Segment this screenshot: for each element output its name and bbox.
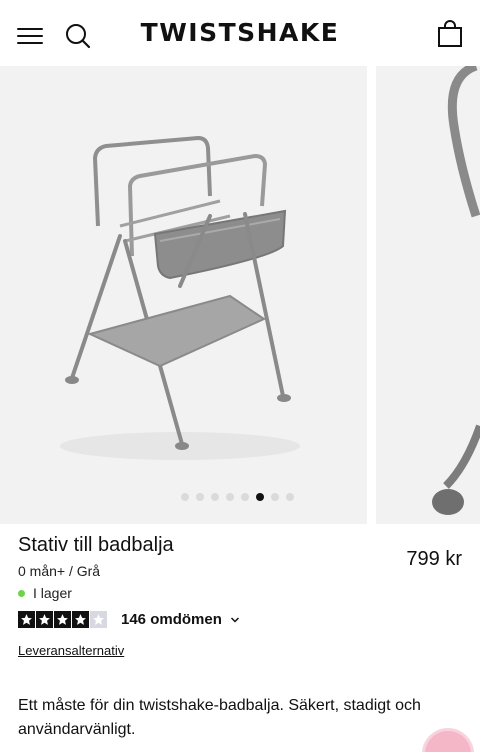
star-filled-icon xyxy=(36,611,53,628)
product-price: 799 kr xyxy=(406,548,462,570)
bath-stand-closeup xyxy=(432,66,480,515)
stock-label: I lager xyxy=(33,585,72,601)
in-stock-dot-icon xyxy=(18,589,25,597)
stock-status: I lager xyxy=(18,585,72,601)
gallery-dot[interactable] xyxy=(211,493,219,501)
gallery-dot[interactable] xyxy=(241,493,249,501)
gallery-pagination xyxy=(0,493,367,503)
star-filled-icon xyxy=(54,611,71,628)
shopping-bag-icon[interactable] xyxy=(437,20,463,48)
bath-stand-illustration xyxy=(60,136,300,460)
gallery-dot[interactable] xyxy=(196,493,204,501)
star-rating xyxy=(18,611,107,628)
gallery-dot[interactable] xyxy=(226,493,234,501)
reviews-count-link[interactable]: 146 omdömen xyxy=(121,611,222,628)
product-image-next[interactable] xyxy=(376,66,480,524)
gallery-dot[interactable] xyxy=(286,493,294,501)
product-description: Ett måste för din twistshake-badbalja. S… xyxy=(18,697,421,738)
brand-logo[interactable]: TWISTSHAKE xyxy=(0,18,480,47)
star-filled-icon xyxy=(18,611,35,628)
star-empty-icon xyxy=(90,611,107,628)
star-filled-icon xyxy=(72,611,89,628)
product-image-gallery[interactable] xyxy=(0,66,480,524)
chevron-down-icon[interactable] xyxy=(230,615,240,625)
gallery-dot[interactable] xyxy=(181,493,189,501)
site-header: TWISTSHAKE xyxy=(0,0,480,66)
rating-row[interactable]: 146 omdömen xyxy=(18,611,240,628)
delivery-options-link[interactable]: Leveransalternativ xyxy=(18,643,124,658)
product-title: Stativ till badbalja xyxy=(18,534,174,556)
product-image-main[interactable] xyxy=(0,66,367,524)
gallery-dot-active[interactable] xyxy=(256,493,264,501)
product-variant: 0 mån+ / Grå xyxy=(18,563,101,579)
gallery-dot[interactable] xyxy=(271,493,279,501)
